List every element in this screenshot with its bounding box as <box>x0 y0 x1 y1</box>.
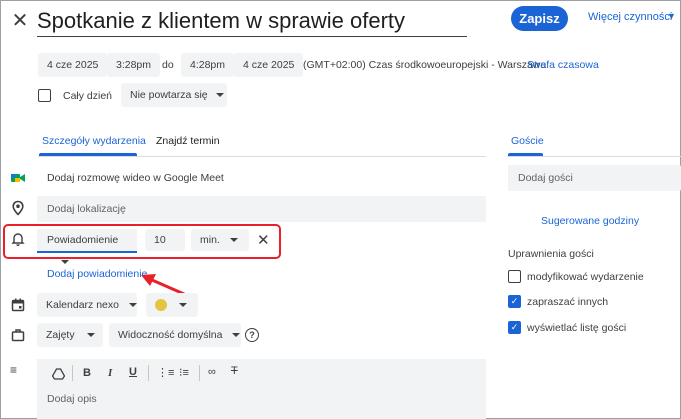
remove-formatting-icon[interactable]: T <box>231 365 238 377</box>
description-editor[interactable] <box>37 359 486 419</box>
attachment-drive-icon[interactable] <box>51 368 66 383</box>
underline-icon[interactable]: U <box>129 366 137 378</box>
repeat-select[interactable]: Nie powtarza się <box>121 83 227 107</box>
busy-status-select[interactable]: Zajęty <box>37 323 103 347</box>
italic-icon[interactable]: I <box>108 367 112 379</box>
tab-guests[interactable]: Goście <box>511 135 544 147</box>
notification-unit-value: min. <box>200 234 220 246</box>
permission-modify-checkbox[interactable] <box>508 270 521 283</box>
notification-unit-select[interactable]: min. <box>191 229 249 251</box>
description-lines-icon: ≡ <box>10 363 18 377</box>
add-google-meet-button[interactable]: Dodaj rozmowę wideo w Google Meet <box>47 172 224 184</box>
bulleted-list-icon[interactable]: ⁝≡ <box>179 366 189 379</box>
calendar-name: Kalendarz nexo <box>46 299 119 311</box>
briefcase-icon <box>10 327 26 343</box>
visibility-select[interactable]: Widoczność domyślna <box>109 323 241 347</box>
guest-permissions-title: Uprawnienia gości <box>508 248 594 260</box>
tab-event-details[interactable]: Szczegóły wydarzenia <box>42 135 146 147</box>
bold-icon[interactable]: B <box>83 367 91 379</box>
to-label: do <box>162 59 174 71</box>
google-meet-icon <box>10 170 26 186</box>
end-date-button[interactable]: 4 cze 2025 <box>234 53 304 77</box>
all-day-label: Cały dzień <box>63 90 113 102</box>
close-icon[interactable]: ✕ <box>10 9 30 33</box>
permission-label: modyfikować wydarzenie <box>527 271 644 283</box>
notification-type-value: Powiadomienie <box>47 234 119 246</box>
dropdown-caret-icon <box>229 238 238 243</box>
location-input[interactable]: Dodaj lokalizację <box>37 196 486 222</box>
notification-type-select[interactable]: Powiadomienie <box>37 229 137 265</box>
start-time-button[interactable]: 3:28pm <box>107 53 161 77</box>
dropdown-caret-icon <box>61 260 69 265</box>
dropdown-caret-icon <box>232 333 241 338</box>
timezone-link[interactable]: Strefa czasowa <box>527 59 599 71</box>
dropdown-caret-icon <box>179 303 187 308</box>
remove-notification-close-icon[interactable]: ✕ <box>257 231 270 249</box>
event-title-input[interactable]: Spotkanie z klientem w sprawie oferty <box>37 6 467 37</box>
start-date-button[interactable]: 4 cze 2025 <box>38 53 108 77</box>
dropdown-caret-icon <box>215 93 224 98</box>
end-time-button[interactable]: 4:28pm <box>181 53 235 77</box>
permission-label: wyświetlać listę gości <box>527 322 627 334</box>
all-day-checkbox[interactable] <box>38 89 51 102</box>
suggested-times-link[interactable]: Sugerowane godziny <box>541 215 639 227</box>
tabs-divider <box>38 156 486 157</box>
calendar-select[interactable]: Kalendarz nexo <box>37 293 137 317</box>
guests-divider <box>507 156 681 157</box>
link-icon[interactable]: ∞ <box>208 366 216 378</box>
calendar-icon <box>10 297 26 313</box>
location-pin-icon <box>10 200 26 216</box>
timezone-text: (GMT+02:00) Czas środkowoeuropejski - Wa… <box>303 59 547 71</box>
chevron-down-icon[interactable]: ▼ <box>667 11 676 21</box>
notification-amount-input[interactable]: 10 <box>145 229 185 251</box>
add-guests-input[interactable]: Dodaj gości <box>508 165 681 191</box>
busy-status-value: Zajęty <box>46 329 75 341</box>
event-color-swatch <box>155 299 167 312</box>
tab-find-time[interactable]: Znajdź termin <box>156 135 220 147</box>
permission-see-list-checkbox[interactable]: ✓ <box>508 321 521 334</box>
toolbar-divider <box>148 365 149 381</box>
toolbar-divider <box>72 365 73 381</box>
visibility-value: Widoczność domyślna <box>118 329 223 341</box>
permission-invite-checkbox[interactable]: ✓ <box>508 295 521 308</box>
save-button[interactable]: Zapisz <box>511 6 568 31</box>
numbered-list-icon[interactable]: ⋮≡ <box>157 366 174 379</box>
bell-icon <box>10 231 26 247</box>
description-placeholder: Dodaj opis <box>47 393 97 405</box>
more-actions-button[interactable]: Więcej czynności <box>588 11 672 23</box>
dropdown-caret-icon <box>86 333 95 338</box>
toolbar-divider <box>199 365 200 381</box>
event-color-select[interactable] <box>146 293 198 317</box>
permission-label: zapraszać innych <box>527 296 609 308</box>
repeat-value: Nie powtarza się <box>130 89 208 101</box>
dropdown-caret-icon <box>128 303 137 308</box>
help-icon[interactable]: ? <box>245 328 259 342</box>
add-notification-link[interactable]: Dodaj powiadomienie <box>47 268 147 280</box>
